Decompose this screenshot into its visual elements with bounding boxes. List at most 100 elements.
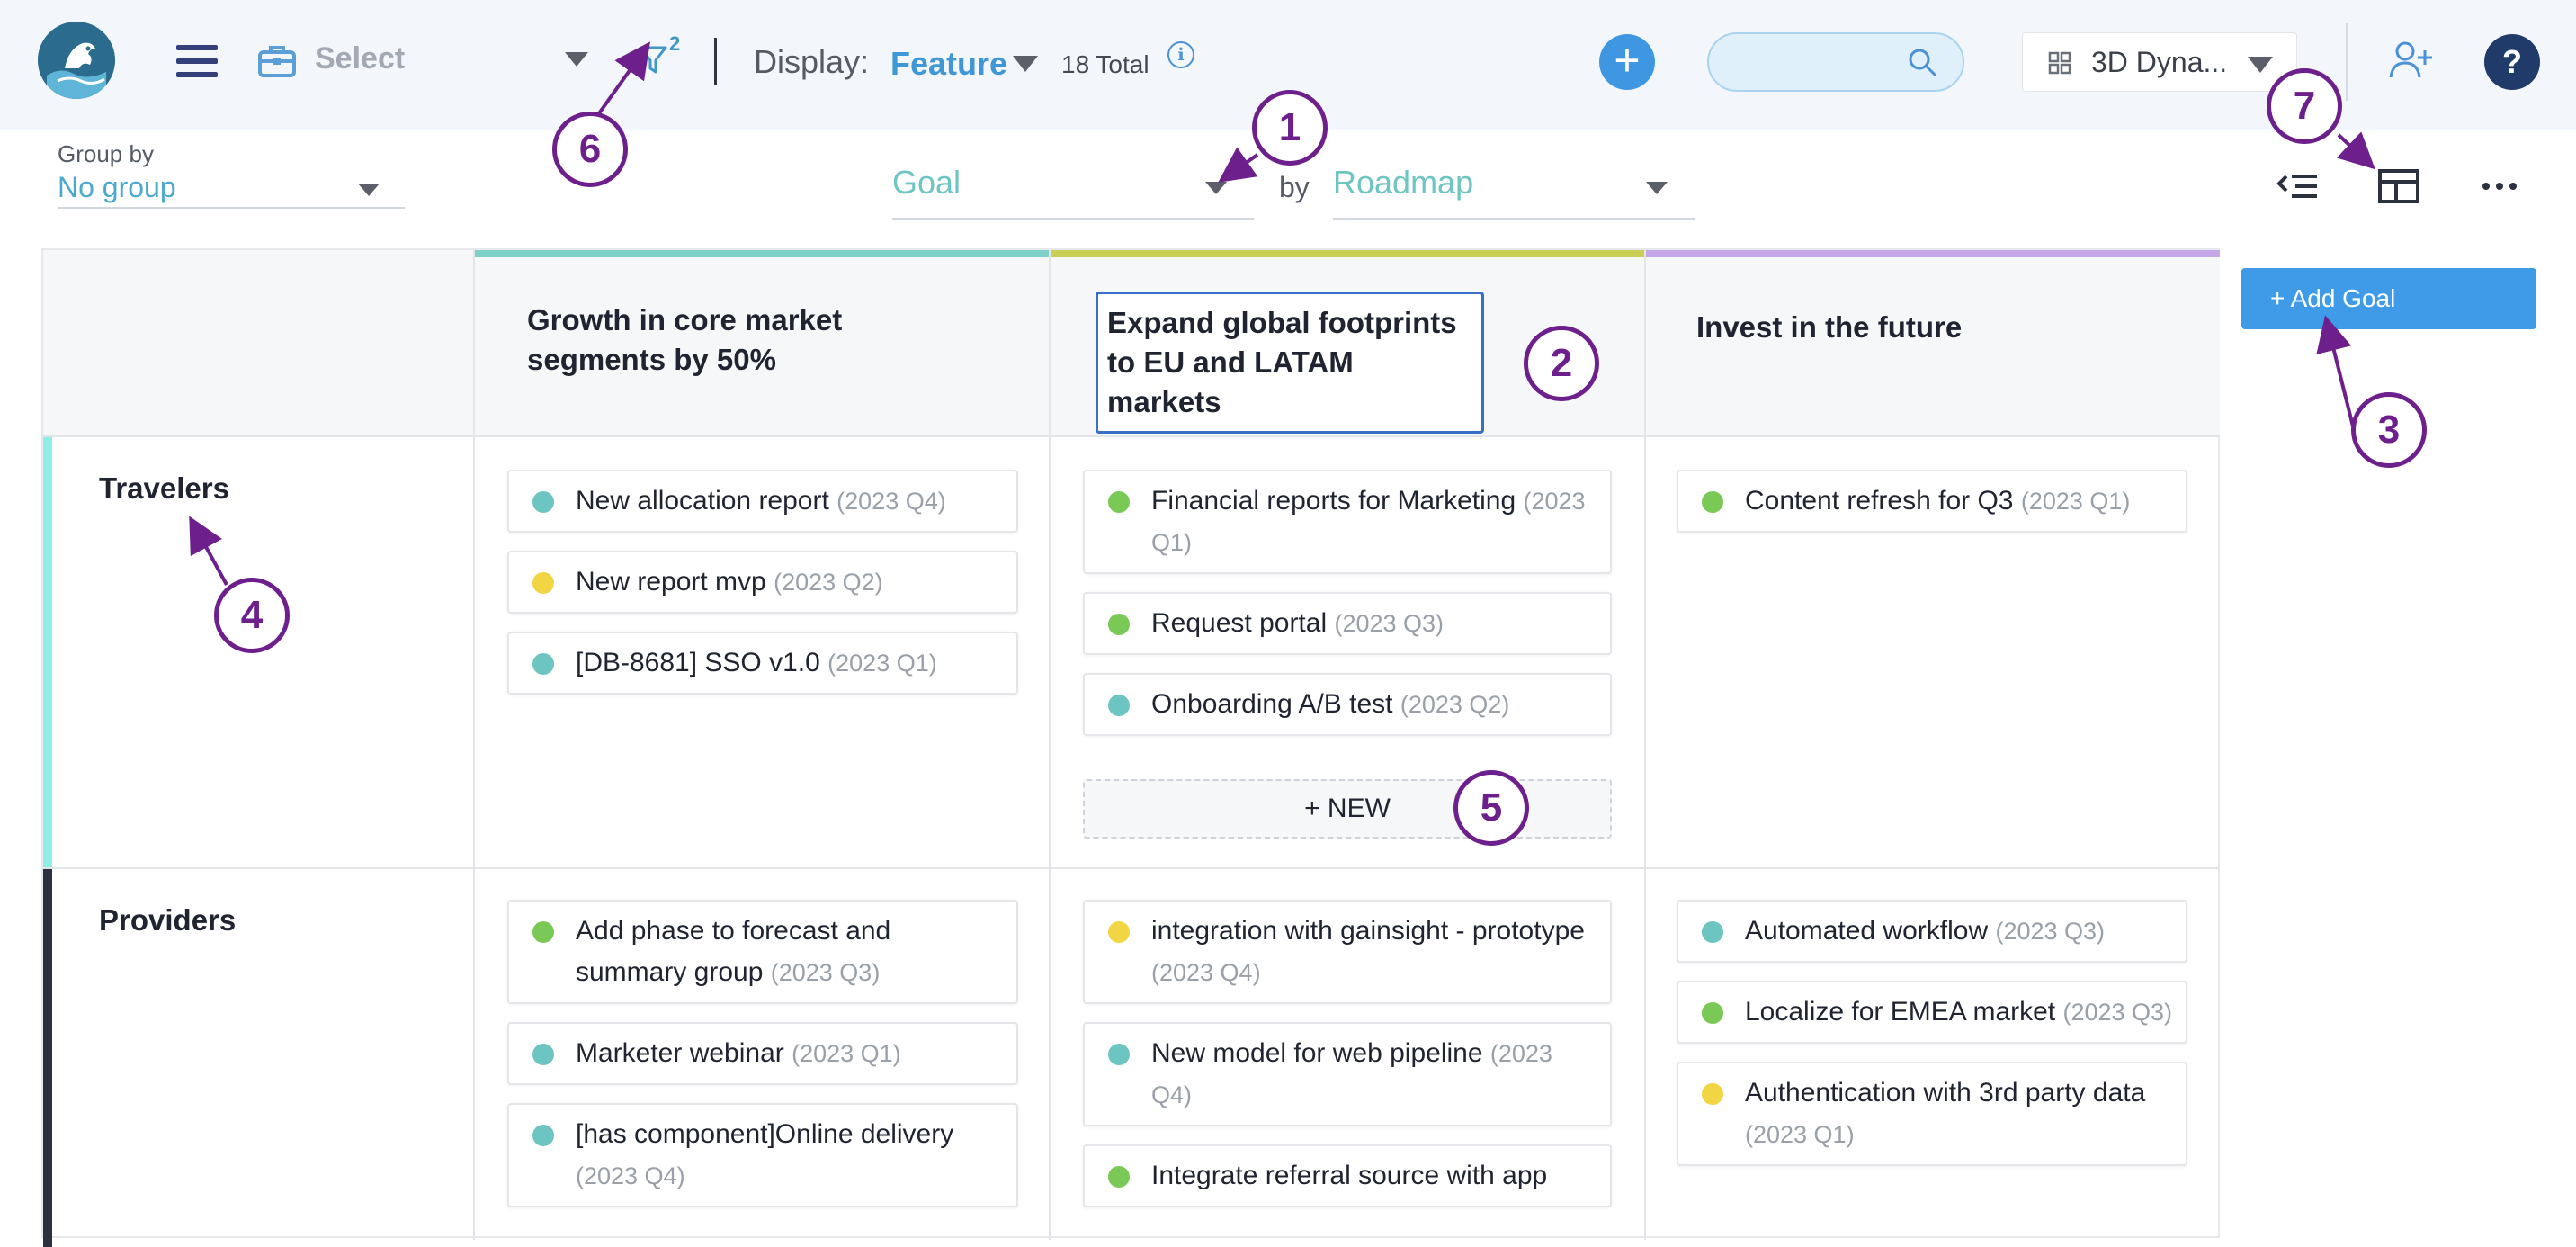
status-dot [1702,921,1723,943]
feature-card[interactable]: Add phase to forecast and summary group … [507,900,1018,1004]
feature-quarter: (2023 Q3) [1334,610,1445,637]
add-user-icon[interactable] [2389,40,2432,81]
column-divider [1049,250,1051,1240]
lane-title[interactable]: Providers [99,903,236,937]
status-dot [1108,921,1130,943]
groupby-select[interactable]: No group [58,171,176,204]
annotation-marker: 5 [1453,770,1529,846]
feature-card[interactable]: integration with gainsight - prototype (… [1083,900,1612,1004]
search-box[interactable] [1707,32,1964,92]
feature-card[interactable]: Automated workflow (2023 Q3) [1677,900,2187,963]
lane-divider [43,867,2220,869]
status-dot [532,1125,554,1146]
goal-title-edit-field[interactable]: Expand global footprints to EU and LATAM… [1096,292,1484,434]
feature-name: New allocation report [576,486,829,516]
status-dot [532,921,554,943]
status-dot [1702,1002,1723,1024]
feature-card[interactable]: New report mvp (2023 Q2) [507,551,1018,614]
feature-name: Content refresh for Q3 [1745,486,2014,516]
app-logo[interactable] [38,22,115,99]
layout-icon[interactable] [2376,166,2421,207]
feature-card[interactable]: [has component]Online delivery (2023 Q4) [507,1103,1018,1207]
status-dot [1702,491,1723,513]
groupby-underline [58,207,405,209]
add-goal-button[interactable]: + Add Goal [2241,268,2536,329]
annotation-marker: 1 [1252,90,1328,166]
groupby-caret-icon[interactable] [358,184,380,196]
workspace-select[interactable]: Select [315,41,405,76]
lane-accent-travelers [43,437,52,867]
roadmap-select[interactable]: Roadmap [1333,164,1473,202]
feature-card[interactable]: [DB-8681] SSO v1.0 (2023 Q1) [507,632,1018,695]
feature-card[interactable]: Marketer webinar (2023 Q1) [507,1022,1018,1085]
grid-icon [2048,51,2071,75]
more-icon[interactable] [2477,166,2522,207]
feature-quarter: (2023 Q4) [1151,959,1261,986]
filter-count-badge: 2 [669,32,681,55]
goal-caret-icon[interactable] [1205,182,1227,194]
status-dot [1108,614,1130,635]
annotation-marker: 7 [2267,68,2342,144]
status-dot [1702,1083,1723,1105]
info-icon[interactable]: i [1167,41,1194,68]
feature-card[interactable]: Content refresh for Q3 (2023 Q1) [1677,470,2187,533]
goal-title[interactable]: Invest in the future [1696,308,2164,347]
search-input[interactable] [1727,45,1907,81]
goal-underline [892,218,1254,220]
feature-quarter: (2023 Q3) [2062,999,2173,1026]
feature-name: New report mvp [576,567,766,597]
feature-quarter: (2023 Q2) [774,569,883,596]
goal-header-row: Growth in core market segments by 50% Ex… [43,250,2220,437]
feature-card[interactable]: Financial reports for Marketing (2023 Q1… [1083,470,1612,574]
roadmap-grid: Growth in core market segments by 50% Ex… [41,248,2220,1247]
filter-icon[interactable] [639,45,667,76]
roadmap-caret-icon[interactable] [1646,182,1668,194]
display-label: Display: [754,43,870,80]
total-count: 18 Total [1061,50,1149,78]
menu-icon[interactable] [176,45,218,77]
search-icon[interactable] [1907,47,1937,77]
collapse-list-icon[interactable] [2276,166,2321,207]
lane-title[interactable]: Travelers [99,471,229,506]
feature-card[interactable]: Request portal (2023 Q3) [1083,592,1612,655]
add-button[interactable]: + [1599,34,1655,90]
feature-name: Request portal [1151,608,1328,638]
feature-name: Marketer webinar [576,1038,784,1068]
goal-select[interactable]: Goal [892,164,961,202]
feature-name: Onboarding A/B test [1151,689,1393,719]
feature-quarter: (2023 Q1) [792,1040,901,1067]
workspace-caret-icon[interactable] [565,52,588,67]
feature-quarter: (2023 Q1) [1745,1121,1855,1148]
project-select[interactable]: 3D Dyna... [2022,32,2297,92]
column-color-bar [473,250,1049,257]
status-dot [1108,491,1130,513]
feature-card[interactable]: New model for web pipeline (2023 Q4) [1083,1022,1612,1126]
status-dot [1108,695,1130,716]
feature-card[interactable]: Onboarding A/B test (2023 Q2) [1083,673,1612,736]
project-name: 3D Dyna... [2091,46,2228,78]
feature-name: [has component]Online delivery [576,1119,954,1149]
feature-name: Automated workflow [1745,916,1989,946]
briefcase-icon [258,46,296,77]
feature-name: Authentication with 3rd party data [1745,1078,2146,1108]
feature-name: Localize for EMEA market [1745,997,2056,1027]
feature-card[interactable]: New allocation report (2023 Q4) [507,470,1018,533]
feature-quarter: (2023 Q3) [1995,918,2106,945]
annotation-marker: 3 [2351,392,2427,468]
status-dot [1108,1166,1130,1188]
new-feature-button[interactable]: + NEW [1083,779,1612,839]
goal-title[interactable]: Growth in core market segments by 50% [527,301,923,380]
feature-name: New model for web pipeline [1151,1038,1483,1068]
feature-card[interactable]: Integrate referral source with app [1083,1144,1612,1207]
display-caret-icon[interactable] [1013,56,1038,72]
feature-name: [DB-8681] SSO v1.0 [576,648,820,677]
feature-card[interactable]: Localize for EMEA market (2023 Q3) [1677,981,2187,1044]
status-dot [532,572,554,594]
feature-quarter: (2023 Q3) [770,959,881,986]
display-select[interactable]: Feature [890,45,1007,83]
help-button[interactable]: ? [2484,34,2540,90]
feature-name: integration with gainsight - prototype [1151,916,1585,946]
roadmap-underline [1333,218,1695,220]
status-dot [532,1044,554,1065]
feature-card[interactable]: Authentication with 3rd party data (2023… [1677,1062,2187,1166]
